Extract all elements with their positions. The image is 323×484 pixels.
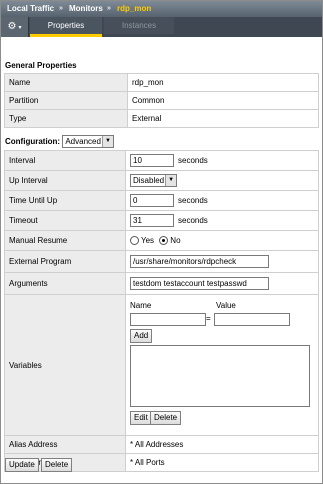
variable-equals: = bbox=[206, 314, 211, 323]
table-row: Manual Resume Yes No bbox=[4, 230, 319, 251]
add-variable-button[interactable]: Add bbox=[130, 329, 153, 343]
manual-resume-label: Manual Resume bbox=[4, 230, 126, 251]
breadcrumb-separator: » bbox=[107, 5, 111, 12]
type-value: External bbox=[127, 109, 319, 128]
name-value: rdp_mon bbox=[127, 73, 319, 92]
edit-variable-button[interactable]: Edit bbox=[130, 411, 152, 425]
type-label: Type bbox=[4, 109, 128, 128]
variable-name-input[interactable] bbox=[130, 313, 206, 326]
tab-instances[interactable]: Instances bbox=[104, 17, 174, 34]
configuration-table: Interval 10 seconds Up Interval Disabled ▼… bbox=[4, 150, 319, 472]
configuration-label: Configuration: bbox=[5, 137, 61, 146]
configuration-header: Configuration: Advanced ▼ bbox=[5, 135, 114, 149]
manual-resume-cell: Yes No bbox=[125, 230, 319, 251]
update-button[interactable]: Update bbox=[5, 458, 39, 472]
external-program-cell: /usr/share/monitors/rdpcheck bbox=[125, 250, 319, 273]
table-row: Timeout 31 seconds bbox=[4, 210, 319, 231]
interval-input[interactable]: 10 bbox=[130, 154, 174, 167]
table-row: Arguments testdom testaccount testpasswd bbox=[4, 272, 319, 295]
partition-label: Partition bbox=[4, 91, 128, 110]
up-interval-value: Disabled bbox=[133, 176, 165, 185]
manual-resume-yes-radio[interactable] bbox=[130, 236, 139, 246]
table-row: Partition Common bbox=[4, 91, 319, 110]
up-interval-label: Up Interval bbox=[4, 170, 126, 191]
external-program-label: External Program bbox=[4, 250, 126, 273]
general-properties-title: General Properties bbox=[5, 61, 77, 70]
manual-resume-no-label: No bbox=[170, 235, 181, 245]
variables-cell: Name Value = Add Edit Delete bbox=[125, 294, 319, 436]
configuration-mode-select[interactable]: Advanced ▼ bbox=[62, 135, 114, 149]
breadcrumb-separator: » bbox=[59, 5, 63, 12]
manual-resume-yes-label: Yes bbox=[141, 235, 155, 245]
breadcrumb-local-traffic[interactable]: Local Traffic bbox=[7, 1, 54, 17]
monitor-properties-window: Local Traffic » Monitors » rdp_mon ⚙ ▾ Pr… bbox=[0, 0, 323, 484]
timeout-label: Timeout bbox=[4, 210, 126, 231]
tab-properties[interactable]: Properties bbox=[30, 17, 102, 37]
timeout-input[interactable]: 31 bbox=[130, 214, 174, 227]
time-until-up-unit: seconds bbox=[178, 195, 208, 205]
chevron-down-icon: ▼ bbox=[101, 136, 113, 148]
partition-value: Common bbox=[127, 91, 319, 110]
chevron-down-icon: ▼ bbox=[165, 175, 177, 186]
time-until-up-cell: 0 seconds bbox=[125, 190, 319, 211]
manual-resume-no-radio[interactable] bbox=[159, 236, 169, 246]
table-row: Time Until Up 0 seconds bbox=[4, 190, 319, 211]
up-interval-select[interactable]: Disabled ▼ bbox=[130, 174, 178, 187]
action-bar: Update Delete bbox=[5, 458, 73, 472]
alias-address-value: * All Addresses bbox=[125, 435, 319, 454]
timeout-cell: 31 seconds bbox=[125, 210, 319, 231]
table-row: Interval 10 seconds bbox=[4, 150, 319, 171]
arguments-cell: testdom testaccount testpasswd bbox=[125, 272, 319, 295]
name-label: Name bbox=[4, 73, 128, 92]
time-until-up-input[interactable]: 0 bbox=[130, 194, 174, 207]
configuration-mode-value: Advanced bbox=[65, 137, 101, 147]
table-row: Up Interval Disabled ▼ bbox=[4, 170, 319, 191]
table-row: External Program /usr/share/monitors/rdp… bbox=[4, 250, 319, 273]
table-row: Alias Address * All Addresses bbox=[4, 435, 319, 454]
arguments-input[interactable]: testdom testaccount testpasswd bbox=[130, 277, 269, 290]
variable-value-header: Value bbox=[216, 301, 236, 310]
delete-button[interactable]: Delete bbox=[41, 458, 73, 472]
table-row: Variables Name Value = Add Edit Delete bbox=[4, 294, 319, 436]
breadcrumb-monitors[interactable]: Monitors bbox=[69, 1, 103, 17]
general-properties-table: Name rdp_mon Partition Common Type Exter… bbox=[4, 73, 319, 128]
variable-name-header: Name bbox=[130, 301, 152, 310]
breadcrumb: Local Traffic » Monitors » rdp_mon bbox=[1, 1, 322, 17]
arguments-label: Arguments bbox=[4, 272, 126, 295]
interval-unit: seconds bbox=[178, 155, 208, 165]
variables-list[interactable] bbox=[130, 345, 310, 407]
gear-icon: ⚙ bbox=[7, 21, 17, 32]
alias-service-port-value: * All Ports bbox=[125, 453, 319, 472]
up-interval-cell: Disabled ▼ bbox=[125, 170, 319, 191]
variables-label: Variables bbox=[4, 294, 126, 436]
alias-address-label: Alias Address bbox=[4, 435, 126, 454]
timeout-unit: seconds bbox=[178, 215, 208, 225]
time-until-up-label: Time Until Up bbox=[4, 190, 126, 211]
table-row: Name rdp_mon bbox=[4, 73, 319, 92]
options-menu-button[interactable]: ⚙ ▾ bbox=[1, 17, 29, 37]
chevron-down-icon: ▾ bbox=[18, 25, 22, 31]
interval-cell: 10 seconds bbox=[125, 150, 319, 171]
breadcrumb-current: rdp_mon bbox=[117, 4, 152, 13]
interval-label: Interval bbox=[4, 150, 126, 171]
external-program-input[interactable]: /usr/share/monitors/rdpcheck bbox=[130, 255, 269, 268]
tab-bar: ⚙ ▾ Properties Instances bbox=[1, 17, 322, 37]
table-row: Type External bbox=[4, 109, 319, 128]
variable-value-input[interactable] bbox=[214, 313, 290, 326]
delete-variable-button[interactable]: Delete bbox=[150, 411, 182, 425]
